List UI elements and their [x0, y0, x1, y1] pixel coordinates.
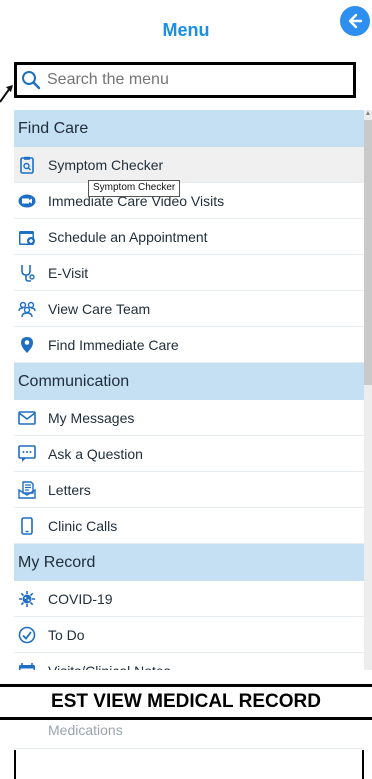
section-title: Find Care: [18, 119, 89, 137]
envelope-icon: [18, 409, 36, 427]
menu-item-label: Letters: [48, 481, 91, 498]
arrow-left-icon: [348, 13, 363, 29]
menu-item-label: Ask a Question: [48, 445, 143, 462]
video-camera-icon: [18, 192, 36, 210]
stethoscope-icon: [18, 264, 36, 282]
chat-bubble-icon: [18, 444, 36, 463]
search-input[interactable]: [45, 70, 349, 90]
tooltip: Symptom Checker: [88, 180, 181, 197]
mobile-phone-icon: [18, 516, 36, 535]
scrollbar[interactable]: ▲: [364, 110, 372, 670]
virus-icon: [18, 590, 36, 608]
section-title: Communication: [18, 372, 130, 390]
location-pin-icon: [18, 336, 36, 354]
calendar-icon: [18, 662, 36, 670]
scroll-thumb[interactable]: [364, 120, 372, 385]
scroll-up-icon[interactable]: ▲: [364, 110, 372, 118]
menu-item[interactable]: My Messages: [14, 400, 364, 436]
menu-item[interactable]: Schedule an Appointment: [14, 219, 364, 255]
menu-item[interactable]: Clinic Calls: [14, 508, 364, 544]
menu-item-label: E-Visit: [48, 264, 89, 281]
menu-list: Find Care Symptom Checker Immediate Care V…: [14, 110, 364, 670]
menu-item-label: Find Immediate Care: [48, 336, 179, 353]
letter-document-icon: [18, 480, 36, 499]
partial-item-label: Medications: [48, 724, 123, 738]
search-box[interactable]: [14, 62, 356, 98]
checkmark-circle-icon: [18, 626, 36, 644]
menu-item[interactable]: Symptom Checker: [14, 147, 364, 183]
menu-item-label: To Do: [48, 626, 85, 643]
menu-item[interactable]: E-Visit: [14, 255, 364, 291]
banner-text: EST VIEW MEDICAL RECORD: [51, 691, 321, 712]
menu-item[interactable]: COVID-19: [14, 581, 364, 617]
menu-item-label: COVID-19: [48, 590, 113, 607]
menu-header: Menu: [0, 0, 372, 60]
annotation-box: [14, 750, 364, 779]
search-icon: [22, 71, 41, 90]
section-header: Communication: [14, 363, 364, 400]
menu-panel: Menu Find CareSymptom CheckerImmediate C…: [0, 0, 372, 779]
section-title: My Record: [18, 553, 96, 571]
calendar-plus-icon: [18, 228, 36, 246]
menu-item-label: My Messages: [48, 409, 135, 426]
menu-item-label: Symptom Checker: [48, 156, 164, 173]
menu-item-label: Schedule an Appointment: [48, 228, 208, 245]
care-team-icon: [18, 300, 36, 318]
menu-item[interactable]: Find Immediate Care: [14, 327, 364, 363]
clipboard-search-icon: [18, 156, 36, 174]
menu-item[interactable]: Immediate Care Video Visits: [14, 183, 364, 219]
menu-item-label: Clinic Calls: [48, 517, 118, 534]
menu-item[interactable]: Visits/Clinical Notes: [14, 653, 364, 670]
back-button[interactable]: [340, 6, 370, 36]
menu-item[interactable]: To Do: [14, 617, 364, 653]
menu-item-label: Visits/Clinical Notes: [48, 663, 171, 671]
partial-list-item[interactable]: Medications: [14, 724, 364, 749]
menu-item[interactable]: Letters: [14, 472, 364, 508]
section-header: My Record: [14, 544, 364, 581]
menu-title: Menu: [162, 20, 210, 40]
menu-item[interactable]: View Care Team: [14, 291, 364, 327]
section-header: Find Care: [14, 110, 364, 147]
annotation-banner: EST VIEW MEDICAL RECORD: [0, 684, 372, 720]
menu-item[interactable]: Ask a Question: [14, 436, 364, 472]
menu-item-label: View Care Team: [48, 300, 151, 317]
